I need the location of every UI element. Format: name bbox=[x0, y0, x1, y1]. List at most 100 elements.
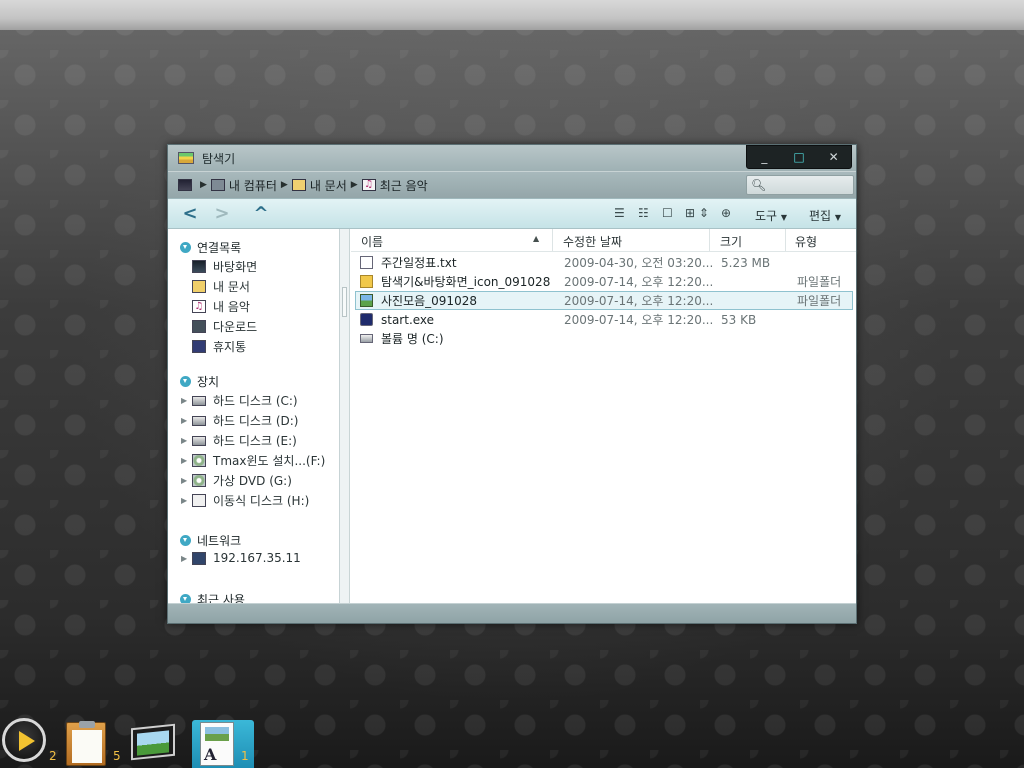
close-button[interactable]: ✕ bbox=[822, 148, 846, 166]
sidebar-item-label: 192.167.35.11 bbox=[213, 551, 301, 565]
file-name: 주간일정표.txt bbox=[381, 256, 457, 270]
explorer-icon bbox=[178, 152, 194, 164]
desktop-icon bbox=[178, 179, 192, 191]
sidebar-item-disk-d[interactable]: ▶ 하드 디스크 (D:) bbox=[181, 412, 299, 429]
clipboard-notes-launcher[interactable] bbox=[66, 721, 106, 766]
crumb-separator-icon[interactable]: ▶ bbox=[281, 180, 288, 190]
crumb-separator-icon[interactable]: ▶ bbox=[351, 180, 358, 190]
status-bar bbox=[168, 603, 856, 623]
document-editor-badge: 1 bbox=[241, 749, 249, 763]
desktop-crumb[interactable] bbox=[178, 179, 196, 191]
pane-splitter[interactable] bbox=[340, 229, 350, 603]
sidebar-item-documents[interactable]: 내 문서 bbox=[192, 278, 250, 295]
sidebar-item-desktop[interactable]: 바탕화면 bbox=[192, 258, 257, 275]
breadcrumb-my-computer[interactable]: 내 컴퓨터 bbox=[210, 177, 277, 194]
file-list: 이름 ▲ 수정한 날짜 크기 유형 주간일정표.txt 2009-04-30, … bbox=[351, 229, 856, 603]
sidebar-item-disk-e[interactable]: ▶ 하드 디스크 (E:) bbox=[181, 432, 297, 449]
explorer-window: 탐색기 _ □ ✕ ▶ 내 컴퓨터 ▶ 내 문서 ▶ ♫ 최근 음악 🔍︎ < … bbox=[167, 144, 857, 624]
sort-ascending-icon: ▲ bbox=[533, 234, 540, 243]
download-icon bbox=[192, 320, 206, 333]
title-bar[interactable]: 탐색기 _ □ ✕ bbox=[168, 145, 856, 171]
clipboard-clamp-icon bbox=[79, 721, 95, 728]
expand-arrow-icon[interactable]: ▶ bbox=[181, 554, 187, 563]
hard-disk-icon bbox=[192, 415, 206, 426]
file-size: 5.23 MB bbox=[721, 255, 771, 270]
section-title: 연결목록 bbox=[197, 241, 242, 255]
collapse-icon bbox=[180, 594, 191, 603]
section-title: 장치 bbox=[197, 375, 220, 389]
file-row-selected[interactable]: 사진모음_091028 2009-07-14, 오후 12:20... 파일폴더 bbox=[355, 291, 853, 310]
expand-arrow-icon[interactable]: ▶ bbox=[181, 436, 187, 445]
section-network[interactable]: 네트워크 bbox=[180, 532, 241, 549]
column-header-size[interactable]: 크기 bbox=[720, 233, 742, 250]
back-button[interactable]: < bbox=[178, 203, 202, 225]
breadcrumb-my-documents[interactable]: 내 문서 bbox=[291, 177, 347, 194]
edit-menu[interactable]: 편집 ▼ bbox=[809, 207, 841, 224]
up-button[interactable]: ^ bbox=[249, 203, 273, 225]
file-name: 탐색기&바탕화면_icon_091028 bbox=[381, 275, 551, 289]
file-modified: 2009-04-30, 오전 03:20... bbox=[564, 256, 714, 270]
file-row[interactable]: 탐색기&바탕화면_icon_091028 2009-07-14, 오후 12:2… bbox=[355, 272, 853, 291]
expand-arrow-icon[interactable]: ▶ bbox=[181, 456, 187, 465]
crumb-separator-icon[interactable]: ▶ bbox=[200, 180, 207, 190]
column-divider[interactable] bbox=[552, 229, 553, 251]
tools-menu[interactable]: 도구 ▼ bbox=[755, 207, 787, 224]
column-divider[interactable] bbox=[709, 229, 710, 251]
sidebar-item-downloads[interactable]: 다운로드 bbox=[192, 318, 257, 335]
forward-button[interactable]: > bbox=[210, 203, 234, 225]
document-image-icon bbox=[205, 727, 229, 741]
sidebar-item-label: 하드 디스크 (D:) bbox=[213, 414, 299, 428]
section-title: 네트워크 bbox=[197, 534, 242, 548]
minimize-button[interactable]: _ bbox=[752, 148, 776, 166]
documents-icon bbox=[192, 280, 206, 293]
column-header-modified[interactable]: 수정한 날짜 bbox=[563, 233, 622, 250]
new-folder-icon[interactable]: ⊕ bbox=[721, 206, 731, 220]
desktop-icon bbox=[192, 260, 206, 273]
sidebar-item-network-host[interactable]: ▶ 192.167.35.11 bbox=[181, 551, 301, 565]
sidebar-item-label: 하드 디스크 (E:) bbox=[213, 434, 297, 448]
sidebar-item-label: 하드 디스크 (C:) bbox=[213, 394, 298, 408]
file-row[interactable]: start.exe 2009-07-14, 오후 12:20... 53 KB bbox=[355, 310, 853, 329]
breadcrumb-label: 최근 음악 bbox=[379, 178, 428, 193]
cd-drive-icon bbox=[192, 454, 206, 467]
sidebar-item-drive-f[interactable]: ▶ Tmax윈도 설치...(F:) bbox=[181, 452, 325, 469]
expand-arrow-icon[interactable]: ▶ bbox=[181, 496, 187, 505]
section-recent[interactable]: 최근 사용 bbox=[180, 591, 245, 603]
grid-view-icon[interactable]: ⊞ ⇕ bbox=[685, 206, 709, 220]
expand-arrow-icon[interactable]: ▶ bbox=[181, 476, 187, 485]
single-view-icon[interactable]: ☐ bbox=[662, 206, 673, 220]
expand-arrow-icon[interactable]: ▶ bbox=[181, 396, 187, 405]
sidebar-item-music[interactable]: ♫ 내 음악 bbox=[192, 298, 250, 315]
sidebar-item-drive-g[interactable]: ▶ 가상 DVD (G:) bbox=[181, 472, 292, 489]
column-header-type[interactable]: 유형 bbox=[795, 233, 817, 250]
expand-arrow-icon[interactable]: ▶ bbox=[181, 416, 187, 425]
file-name: 사진모음_091028 bbox=[381, 294, 477, 308]
list-view-icon[interactable]: ☰ bbox=[614, 206, 625, 220]
file-modified: 2009-07-14, 오후 12:20... bbox=[564, 313, 714, 327]
file-row[interactable]: 주간일정표.txt 2009-04-30, 오전 03:20... 5.23 M… bbox=[355, 253, 853, 272]
section-favorites[interactable]: 연결목록 bbox=[180, 239, 241, 256]
details-view-icon[interactable]: ☷ bbox=[638, 206, 649, 220]
sidebar-item-trash[interactable]: 휴지통 bbox=[192, 338, 246, 355]
photo-viewer-launcher[interactable] bbox=[131, 723, 175, 761]
column-header-name[interactable]: 이름 bbox=[361, 233, 383, 250]
column-divider[interactable] bbox=[785, 229, 786, 251]
media-player-launcher[interactable] bbox=[2, 718, 46, 762]
file-size: 53 KB bbox=[721, 312, 757, 327]
cd-drive-icon bbox=[192, 474, 206, 487]
document-editor-launcher[interactable]: A bbox=[200, 722, 234, 766]
section-devices[interactable]: 장치 bbox=[180, 373, 219, 390]
media-player-badge: 2 bbox=[49, 749, 57, 763]
file-modified: 2009-07-14, 오후 12:20... bbox=[564, 294, 714, 308]
splitter-grip[interactable] bbox=[342, 287, 347, 317]
breadcrumb-recent-music[interactable]: ♫ 최근 음악 bbox=[361, 177, 428, 194]
file-row[interactable]: 볼륨 명 (C:) bbox=[355, 329, 853, 348]
search-icon: 🔍︎ bbox=[751, 178, 767, 192]
maximize-button[interactable]: □ bbox=[787, 148, 811, 166]
sidebar-item-drive-h[interactable]: ▶ 이동식 디스크 (H:) bbox=[181, 492, 309, 509]
search-input[interactable]: 🔍︎ bbox=[746, 175, 854, 195]
window-controls: _ □ ✕ bbox=[746, 145, 852, 169]
breadcrumb-label: 내 컴퓨터 bbox=[228, 178, 277, 193]
edit-menu-label: 편집 bbox=[809, 209, 832, 223]
sidebar-item-disk-c[interactable]: ▶ 하드 디스크 (C:) bbox=[181, 392, 298, 409]
